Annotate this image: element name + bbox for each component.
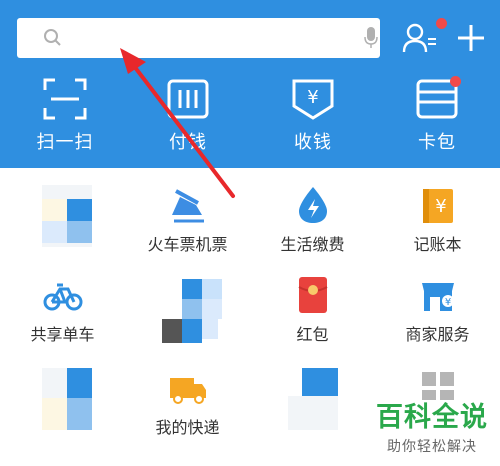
search-bar[interactable] [17, 18, 380, 60]
blurred-app-icon [287, 368, 338, 430]
search-icon [44, 29, 61, 46]
utility-bill-button[interactable]: 生活缴费 [250, 185, 375, 265]
train-ticket-button[interactable]: 火车票机票 [125, 185, 250, 265]
microphone-icon[interactable] [363, 27, 379, 49]
blurred-app-4[interactable] [250, 368, 375, 448]
bike-label: 共享单车 [30, 325, 95, 344]
scan-label: 扫一扫 [36, 132, 94, 153]
svg-text:¥: ¥ [444, 297, 450, 308]
red-packet-label: 红包 [296, 325, 329, 344]
card-pack-label: 卡包 [418, 132, 456, 153]
add-icon[interactable] [455, 22, 487, 54]
receive-button[interactable]: ¥ 收钱 [258, 78, 368, 158]
bike-icon [43, 283, 82, 311]
delivery-label: 我的快递 [155, 418, 220, 437]
ledger-label: 记账本 [413, 235, 462, 254]
merchant-icon: ¥ [421, 283, 454, 311]
blurred-app-icon [161, 279, 222, 343]
scan-icon [43, 78, 87, 120]
pay-icon [167, 79, 209, 119]
blurred-app-2[interactable] [125, 275, 250, 355]
pay-label: 付钱 [169, 132, 207, 153]
delivery-button[interactable]: 我的快递 [125, 368, 250, 448]
header-bar: 扫一扫 付钱 ¥ 收钱 卡包 [0, 0, 500, 168]
train-ticket-label: 火车票机票 [147, 235, 228, 254]
utility-bill-label: 生活缴费 [280, 235, 345, 254]
red-packet-icon [298, 277, 327, 313]
blurred-app-icon [41, 368, 92, 430]
delivery-icon [169, 378, 206, 404]
watermark: 百科全说 助你轻松解决 [367, 400, 497, 462]
search-input[interactable] [65, 18, 349, 60]
blurred-app-3[interactable] [4, 368, 129, 448]
watermark-title: 百科全说 [376, 402, 488, 433]
merchant-label: 商家服务 [405, 325, 470, 344]
card-pack-badge [450, 76, 461, 87]
bike-button[interactable]: 共享单车 [0, 275, 125, 355]
utility-bill-icon [298, 187, 327, 223]
receive-icon: ¥ [292, 79, 334, 120]
ledger-icon: ¥ [422, 189, 453, 223]
svg-text:¥: ¥ [307, 87, 318, 108]
blurred-app-1[interactable] [4, 185, 129, 265]
blurred-app-icon [41, 185, 92, 247]
contacts-badge [436, 18, 447, 29]
pay-button[interactable]: 付钱 [133, 78, 243, 158]
contacts-icon[interactable] [402, 22, 438, 56]
scan-button[interactable]: 扫一扫 [10, 78, 120, 158]
merchant-button[interactable]: ¥ 商家服务 [375, 275, 500, 355]
receive-label: 收钱 [294, 132, 332, 153]
train-ticket-icon [171, 189, 204, 223]
svg-text:¥: ¥ [435, 196, 446, 217]
ledger-button[interactable]: ¥ 记账本 [375, 185, 500, 265]
card-pack-button[interactable]: 卡包 [382, 78, 492, 158]
watermark-subtitle: 助你轻松解决 [387, 439, 477, 455]
red-packet-button[interactable]: 红包 [250, 275, 375, 355]
